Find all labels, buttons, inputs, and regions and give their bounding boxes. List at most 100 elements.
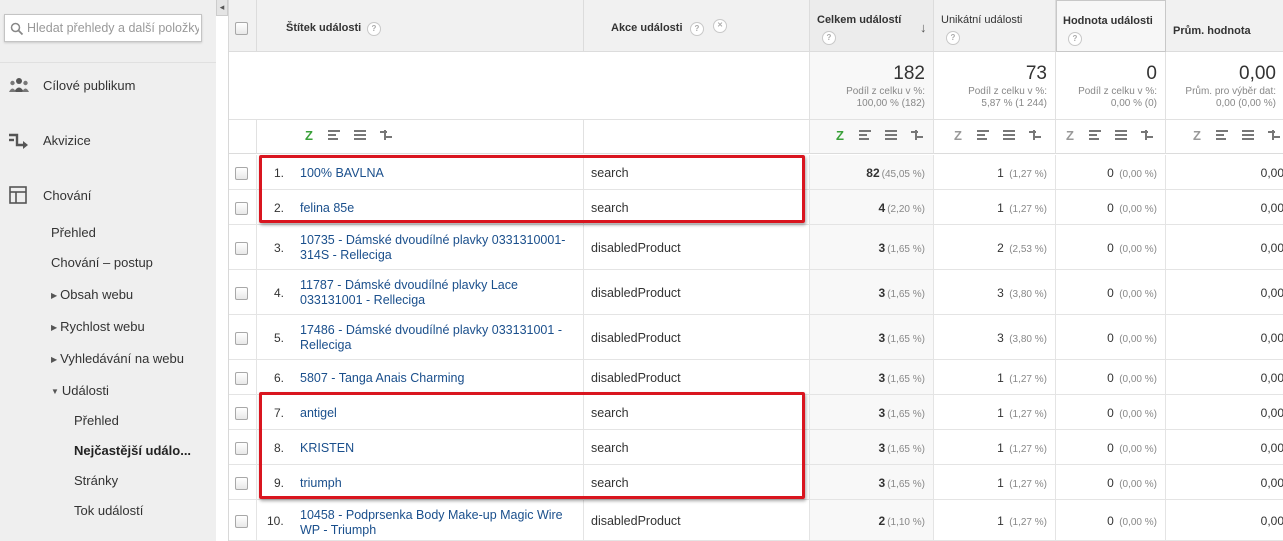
sidebar-item-audience[interactable]: Cílové publikum	[0, 70, 216, 100]
percentage-view-button[interactable]	[1215, 129, 1231, 143]
row-checkbox[interactable]	[235, 332, 248, 345]
comparison-view-button[interactable]	[379, 129, 395, 143]
percentage-view-button[interactable]	[1088, 129, 1104, 143]
event-label-link[interactable]: 10458 - Podprsenka Body Make-up Magic Wi…	[300, 508, 580, 538]
comparison-view-icon	[910, 129, 926, 141]
table-row: 4. 11787 - Dámské dvoudílné plavky Lace 0…	[229, 270, 1283, 315]
sidebar-item-site-search[interactable]: ▶ Vyhledávání na webu	[51, 351, 184, 366]
value-view-icons: Z	[1056, 120, 1166, 154]
metric-value: 4	[878, 201, 886, 215]
sidebar-item-site-content[interactable]: ▶ Obsah webu	[51, 287, 133, 302]
sidebar-item-events-overview[interactable]: Přehled	[74, 413, 119, 428]
avg-value-share: Prům. pro výběr dat: 0,00 (0,00 %)	[1185, 86, 1276, 110]
percentage-view-button[interactable]	[976, 129, 992, 143]
performance-view-button[interactable]	[353, 129, 369, 143]
comparison-view-button[interactable]	[1028, 129, 1044, 143]
sidebar-item-behavior-flow[interactable]: Chování – postup	[51, 255, 153, 270]
row-checkbox[interactable]	[235, 442, 248, 455]
row-checkbox[interactable]	[235, 515, 248, 528]
event-label-link[interactable]: 17486 - Dámské dvoudílné plavky 03313100…	[300, 323, 580, 353]
percentage-view-button[interactable]	[858, 129, 874, 143]
column-header-total-events[interactable]: Celkem událostí ? ↓	[810, 0, 934, 52]
table-view-icon: Z	[305, 128, 313, 143]
event-value-cell: 0 (0,00 %)	[1056, 155, 1166, 189]
column-header-event-value[interactable]: Hodnota události ?	[1056, 0, 1166, 52]
metric-percent: (0,00 %)	[1119, 204, 1157, 215]
help-icon[interactable]: ?	[367, 22, 381, 36]
data-view-button[interactable]: Z	[1189, 129, 1205, 143]
sidebar-item-top-events[interactable]: Nejčastější událo...	[74, 443, 191, 458]
metric-value: 82	[866, 166, 880, 180]
row-checkbox[interactable]	[235, 167, 248, 180]
help-icon[interactable]: ?	[946, 31, 960, 45]
sidebar-item-behavior[interactable]: Chování	[0, 180, 216, 210]
comparison-view-icon	[379, 129, 395, 141]
sidebar-item-event-pages[interactable]: Stránky	[74, 473, 118, 488]
sidebar-item-events[interactable]: ▼ Události	[51, 383, 109, 398]
total-events-cell: 3 (1,65 %)	[810, 225, 934, 269]
data-view-button[interactable]: Z	[832, 129, 848, 143]
event-label-link[interactable]: antigel	[300, 406, 580, 421]
event-label-link[interactable]: 100% BAVLNA	[300, 166, 580, 181]
help-icon[interactable]: ?	[690, 22, 704, 36]
metric-value: 0	[1107, 514, 1114, 528]
column-header-avg-value[interactable]: Prům. hodnota	[1166, 0, 1283, 52]
event-action-cell: search	[584, 465, 810, 499]
metric-percent: (1,27 %)	[1009, 409, 1047, 420]
event-label-link[interactable]: triumph	[300, 476, 580, 491]
column-header-event-label[interactable]: Štítek události ?	[257, 0, 584, 52]
row-checkbox[interactable]	[235, 477, 248, 490]
table-row: 1. 100% BAVLNA search 82 (45,05 %) 1 (1,27 %)…	[229, 155, 1283, 190]
row-checkbox[interactable]	[235, 202, 248, 215]
event-label-link[interactable]: KRISTEN	[300, 441, 580, 456]
remove-dimension-icon[interactable]: ✕	[713, 19, 727, 33]
data-view-button[interactable]: Z	[301, 129, 317, 143]
event-value-cell: 0 (0,00 %)	[1056, 500, 1166, 540]
column-header-event-action[interactable]: Akce události ? ✕	[584, 0, 810, 52]
table-row: 10. 10458 - Podprsenka Body Make-up Magic…	[229, 500, 1283, 541]
performance-view-icon	[1114, 129, 1130, 141]
sidebar-item-site-speed[interactable]: ▶ Rychlost webu	[51, 319, 145, 334]
metric-value: 3	[878, 331, 886, 345]
total-events-value: 182	[893, 63, 925, 84]
help-icon[interactable]: ?	[822, 31, 836, 45]
events-table: Štítek události ? Akce události ? ✕ Celk…	[228, 0, 1283, 541]
data-view-button[interactable]: Z	[1062, 129, 1078, 143]
sidebar-item-event-flow[interactable]: Tok událostí	[74, 503, 143, 518]
row-checkbox[interactable]	[235, 287, 248, 300]
row-checkbox[interactable]	[235, 372, 248, 385]
column-header-unique-events[interactable]: Unikátní události ?	[934, 0, 1056, 52]
event-label-link[interactable]: 5807 - Tanga Anais Charming	[300, 371, 580, 386]
event-value-cell: 0 (0,00 %)	[1056, 225, 1166, 269]
performance-view-button[interactable]	[1114, 129, 1130, 143]
sidebar-collapse-button[interactable]: ◂	[216, 0, 228, 16]
sidebar-item-acquisition[interactable]: Akvizice	[0, 125, 216, 155]
data-view-button[interactable]: Z	[950, 129, 966, 143]
performance-view-button[interactable]	[1241, 129, 1257, 143]
total-events-cell: 3 (1,65 %)	[810, 430, 934, 464]
event-label-link[interactable]: 11787 - Dámské dvoudílné plavky Lace 033…	[300, 278, 580, 308]
report-search-input[interactable]	[27, 17, 199, 39]
percentage-view-button[interactable]	[327, 129, 343, 143]
row-checkbox[interactable]	[235, 407, 248, 420]
comparison-view-button[interactable]	[1140, 129, 1156, 143]
help-icon[interactable]: ?	[1068, 32, 1082, 46]
metric-value: 1	[997, 476, 1004, 490]
event-action-text: disabledProduct	[591, 286, 681, 300]
metric-percent: (0,00 %)	[1119, 289, 1157, 300]
select-all-checkbox[interactable]	[235, 22, 248, 35]
performance-view-button[interactable]	[884, 129, 900, 143]
comparison-view-button[interactable]	[910, 129, 926, 143]
unique-events-metric: 3 (3,80 %)	[997, 286, 1047, 300]
column-title: Prům. hodnota	[1173, 25, 1251, 37]
event-label-link[interactable]: felina 85e	[300, 201, 580, 216]
event-label-link[interactable]: 10735 - Dámské dvoudílné plavky 03313100…	[300, 233, 580, 263]
event-value-cell: 0 (0,00 %)	[1056, 315, 1166, 359]
row-checkbox[interactable]	[235, 242, 248, 255]
total-events-metric: 3 (1,65 %)	[879, 371, 925, 385]
comparison-view-button[interactable]	[1267, 129, 1283, 143]
performance-view-button[interactable]	[1002, 129, 1018, 143]
event-value-metric: 0 (0,00 %)	[1107, 286, 1157, 300]
sidebar-item-behavior-overview[interactable]: Přehled	[51, 225, 96, 240]
row-number: 1.	[274, 166, 285, 180]
